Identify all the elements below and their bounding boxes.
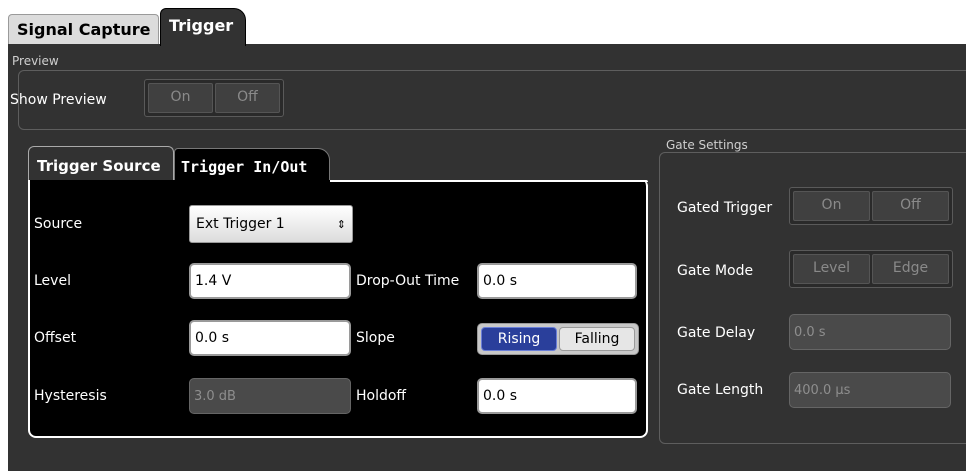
gate-mode-level-button[interactable]: Level (793, 254, 870, 284)
level-label: Level (34, 273, 71, 289)
hysteresis-label: Hysteresis (34, 388, 107, 404)
show-preview-off-button[interactable]: Off (215, 83, 280, 113)
tab-trigger-in-out[interactable]: Trigger In/Out (174, 148, 330, 182)
gate-delay-input: 0.0 s (789, 314, 951, 350)
source-select[interactable]: Ext Trigger 1 ⇕ (189, 205, 353, 243)
slope-toggle[interactable]: Rising Falling (477, 323, 639, 355)
gated-trigger-label: Gated Trigger (677, 200, 773, 216)
slope-label: Slope (356, 330, 395, 346)
gate-settings-title: Gate Settings (666, 138, 748, 152)
trigger-settings-panel: Preview Show Preview On Off Trigger Sour… (8, 44, 966, 471)
gated-trigger-on-button[interactable]: On (793, 191, 870, 221)
holdoff-input[interactable]: 0.0 s (477, 378, 637, 414)
gate-mode-toggle[interactable]: Level Edge (789, 250, 953, 288)
offset-label: Offset (34, 330, 77, 346)
show-preview-toggle[interactable]: On Off (144, 79, 284, 117)
show-preview-label: Show Preview (10, 92, 107, 108)
tab-signal-capture[interactable]: Signal Capture (8, 14, 160, 44)
tab-trigger[interactable]: Trigger (160, 8, 246, 46)
offset-input[interactable]: 0.0 s (189, 320, 351, 356)
preview-group-title: Preview (12, 54, 59, 68)
level-input[interactable]: 1.4 V (189, 263, 351, 299)
gate-length-input: 400.0 µs (789, 372, 951, 408)
slope-rising-button[interactable]: Rising (481, 327, 557, 351)
source-label: Source (34, 216, 83, 232)
gate-delay-label: Gate Delay (677, 325, 756, 341)
tab-trigger-source[interactable]: Trigger Source (28, 146, 174, 182)
gate-mode-label: Gate Mode (677, 263, 754, 279)
select-arrows-icon: ⇕ (336, 217, 346, 231)
gate-mode-edge-button[interactable]: Edge (872, 254, 949, 284)
gate-length-label: Gate Length (677, 382, 764, 398)
slope-falling-button[interactable]: Falling (559, 327, 635, 351)
trigger-source-panel-top-border (330, 180, 648, 182)
dropout-time-label: Drop-Out Time (356, 273, 460, 289)
show-preview-on-button[interactable]: On (148, 83, 213, 113)
gated-trigger-off-button[interactable]: Off (872, 191, 949, 221)
hysteresis-input: 3.0 dB (189, 378, 351, 414)
holdoff-label: Holdoff (356, 388, 407, 404)
gated-trigger-toggle[interactable]: On Off (789, 187, 953, 225)
dropout-time-input[interactable]: 0.0 s (477, 263, 637, 299)
